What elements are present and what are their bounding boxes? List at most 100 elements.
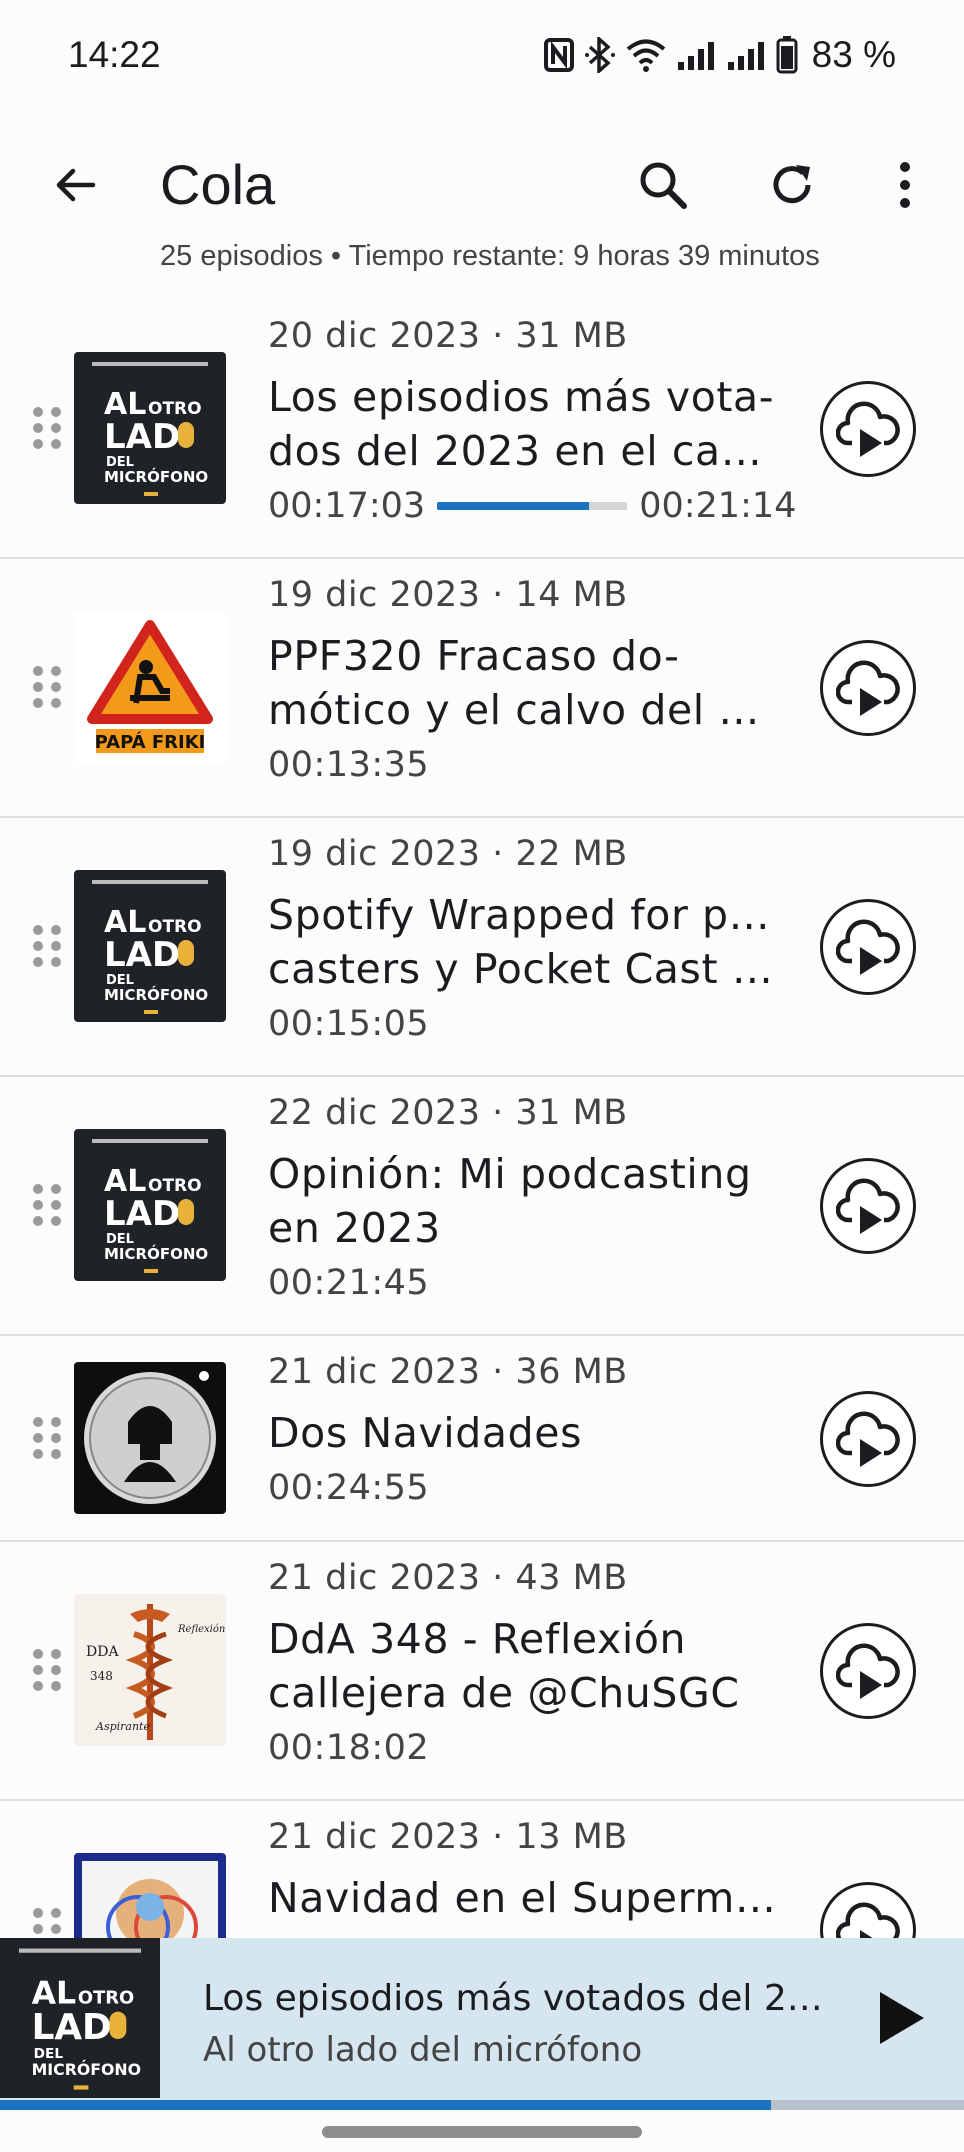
nfc-icon [543,38,574,72]
episode-title-line: en 2023 [268,1204,441,1252]
mini-player[interactable]: AL OTRO LAD DEL MICRÓFONO Los episodios más … [0,1938,964,2110]
bluetooth-icon [584,37,615,73]
status-icons: 83 % [543,32,896,78]
svg-text:LAD: LAD [104,417,180,457]
episode-meta: 20 dic 2023 · 31 MB [268,316,628,356]
refresh-icon [773,165,811,204]
drag-handle-icon[interactable] [30,922,64,970]
svg-text:LAD: LAD [104,935,180,975]
mini-player-title: Los episodios más votados del 2023 en el… [203,1978,843,2019]
download-play-button[interactable] [820,640,916,736]
episode-title-line: casters y Pocket Cast P… [268,945,788,993]
episode-duration: 00:15:05 [268,1004,430,1044]
cloud-play-icon [836,401,900,457]
episode-title: Spotify Wrapped for pod- casters y Pocke… [268,888,788,996]
svg-text:MICRÓFONO: MICRÓFONO [104,985,208,1004]
refresh-button[interactable] [757,150,827,220]
search-button[interactable] [628,150,698,220]
mini-player-artwork: AL OTRO LAD DEL MICRÓFONO [0,1938,160,2098]
podcast-artwork: AL OTRO LAD DEL MICRÓFONO [74,352,226,504]
mini-player-progress-bar[interactable] [0,2100,964,2110]
drag-handle-icon[interactable] [30,1181,64,1229]
episode-title-line: mótico y el calvo del D.… [268,686,788,734]
status-bar: 14:22 83 % [0,0,964,110]
episode-meta: 21 dic 2023 · 36 MB [268,1352,628,1392]
queue-summary: 25 episodios • Tiempo restante: 9 horas … [160,240,820,272]
episode-duration: 00:18:02 [268,1728,430,1768]
page-title: Cola [160,153,276,216]
queue-item[interactable]: AL OTRO LAD DEL MICRÓFONO 22 dic 2023 · 31 M… [0,1077,964,1336]
queue-item[interactable]: PAPÁ FRIKI 19 dic 2023 · 14 MB PPF320 Fr… [0,559,964,818]
episode-meta: 21 dic 2023 · 43 MB [268,1558,628,1598]
play-icon [880,1992,924,2044]
svg-text:OTRO: OTRO [148,1176,202,1196]
svg-text:OTRO: OTRO [148,399,202,419]
svg-text:MICRÓFONO: MICRÓFONO [104,1244,208,1263]
mini-player-progress-fill [0,2100,772,2110]
podcast-artwork: PAPÁ FRIKI [74,611,226,763]
gesture-navigation-bar[interactable] [322,2126,642,2138]
episode-duration: 00:21:45 [268,1263,430,1303]
cloud-play-icon [836,1411,900,1467]
svg-text:348: 348 [90,1669,113,1683]
download-play-button[interactable] [820,1623,916,1719]
cloud-play-icon [836,1643,900,1699]
queue-item[interactable]: 21 dic 2023 · 36 MB Dos Navidades 00:24:… [0,1336,964,1542]
remaining-time: 00:21:14 [639,486,797,526]
episode-title: Dos Navidades [268,1406,788,1460]
episode-title-line: dos del 2023 en el canal de Telegram [268,427,788,475]
wifi-icon [626,39,665,72]
download-play-button[interactable] [820,1391,916,1487]
signal-icon [677,42,714,70]
cloud-play-icon [836,1178,900,1234]
mini-player-podcast: Al otro lado del micrófono [203,2030,643,2070]
svg-text:Reflexión: Reflexión [177,1624,225,1635]
cloud-play-icon [836,919,900,975]
episode-title-line: DdA 348 - Reflexión [268,1615,687,1663]
episode-title: Los episodios más vota- dos del 2023 en … [268,370,788,478]
svg-text:Aspirante: Aspirante [95,1720,150,1733]
download-play-button[interactable] [820,381,916,477]
episode-title: Opinión: Mi podcasting en 2023 [268,1147,788,1255]
search-icon [640,162,687,209]
progress-bar [437,502,628,510]
episode-title-line: Dos Navidades [268,1409,583,1457]
app-bar: Cola [0,130,964,240]
episode-duration: 00:24:55 [268,1468,430,1508]
episode-duration: 00:13:35 [268,745,430,785]
episode-meta: 22 dic 2023 · 31 MB [268,1093,628,1133]
podcast-artwork: AL OTRO LAD DEL MICRÓFONO [74,1129,226,1281]
queue-item[interactable]: DDA 348 Reflexión Aspirante 21 dic 2023 · 4… [0,1542,964,1801]
battery-icon [776,36,798,74]
drag-handle-icon[interactable] [30,663,64,711]
battery-percentage: 83 % [811,34,896,75]
signal-icon-2 [727,42,764,70]
play-button[interactable] [862,1978,942,2058]
cloud-play-icon [836,660,900,716]
episode-title-line: Spotify Wrapped for pod- [268,891,788,939]
arrow-back-icon [56,168,96,202]
download-play-button[interactable] [820,1158,916,1254]
download-play-button[interactable] [820,899,916,995]
podcast-artwork: DDA 348 Reflexión Aspirante [74,1594,226,1746]
podcast-artwork [74,1362,226,1514]
episode-title-line: Los episodios más vota- [268,373,775,421]
episode-title-line: callejera de @ChuSGC [268,1669,740,1717]
queue-item[interactable]: AL OTRO LAD DEL MICRÓFONO 19 dic 2023 · 22 M… [0,818,964,1077]
svg-text:LAD: LAD [32,2007,112,2048]
progress-fill [437,502,590,510]
queue-item[interactable]: AL OTRO LAD DEL MICRÓFONO 20 dic 2023 · 31 M… [0,300,964,559]
drag-handle-icon[interactable] [30,404,64,452]
svg-text:AL: AL [32,1975,77,2011]
svg-text:DDA: DDA [86,1644,119,1660]
drag-handle-icon[interactable] [30,1414,64,1462]
more-options-button[interactable] [870,150,940,220]
svg-text:OTRO: OTRO [148,917,202,937]
episode-meta: 19 dic 2023 · 14 MB [268,575,628,615]
episode-meta: 19 dic 2023 · 22 MB [268,834,628,874]
back-button[interactable] [40,150,110,220]
queue-list: AL OTRO LAD DEL MICRÓFONO 20 dic 2023 · 31 M… [0,300,964,2060]
drag-handle-icon[interactable] [30,1646,64,1694]
episode-title: PPF320 Fracaso do- mótico y el calvo del… [268,629,788,737]
episode-title-line: Opinión: Mi podcasting [268,1150,752,1198]
